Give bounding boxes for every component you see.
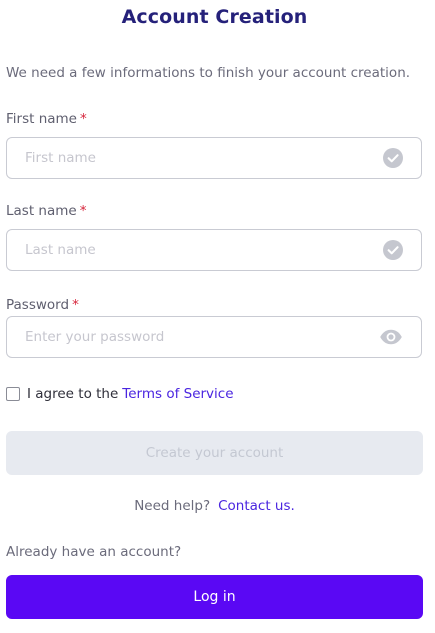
terms-text: I agree to the [27, 386, 119, 402]
first-name-label: First name * [6, 111, 87, 127]
eye-icon[interactable] [379, 327, 403, 347]
required-marker: * [72, 297, 79, 313]
help-row: Need help? Contact us. [0, 498, 429, 514]
first-name-label-text: First name [6, 111, 77, 127]
account-creation-page: Account Creation We need a few informati… [0, 0, 435, 633]
last-name-label: Last name * [6, 203, 86, 219]
last-name-field [6, 229, 422, 271]
check-circle-icon [383, 240, 403, 260]
first-name-input[interactable] [25, 138, 365, 178]
last-name-input[interactable] [25, 230, 365, 270]
password-input[interactable] [25, 317, 365, 357]
password-label-text: Password [6, 297, 70, 313]
terms-of-service-link[interactable]: Terms of Service [122, 386, 233, 402]
password-field [6, 316, 422, 358]
create-account-button[interactable]: Create your account [6, 431, 423, 475]
first-name-field [6, 137, 422, 179]
terms-row: I agree to the Terms of Service [6, 386, 234, 402]
log-in-button[interactable]: Log in [6, 575, 423, 619]
password-label: Password * [6, 297, 79, 313]
help-text: Need help? [134, 498, 211, 514]
login-prompt: Already have an account? [6, 544, 182, 560]
contact-us-link[interactable]: Contact us. [218, 498, 295, 514]
page-title: Account Creation [121, 6, 308, 28]
page-subtitle: We need a few informations to finish you… [6, 65, 411, 81]
required-marker: * [80, 111, 87, 127]
required-marker: * [79, 203, 87, 219]
terms-checkbox[interactable] [6, 387, 20, 401]
check-circle-icon [383, 148, 403, 168]
last-name-label-text: Last name [6, 203, 77, 219]
